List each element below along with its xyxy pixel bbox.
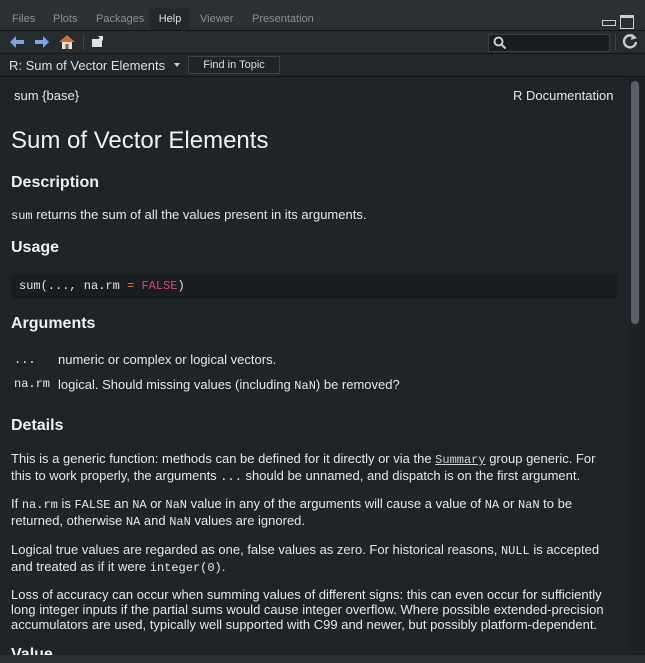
usage-code-end: ) xyxy=(177,279,185,293)
toolbar-separator xyxy=(615,34,616,50)
description-body: returns the sum of all the values presen… xyxy=(32,207,367,222)
tab-plots[interactable]: Plots xyxy=(53,0,77,30)
refresh-icon[interactable] xyxy=(622,32,638,55)
argument-name: na.rm xyxy=(14,377,51,391)
chevron-down-icon[interactable] xyxy=(174,63,180,67)
page-title: Sum of Vector Elements xyxy=(11,127,269,154)
details-paragraph: This is a generic function: methods can … xyxy=(11,451,596,484)
usage-eq: = xyxy=(127,279,135,293)
pane-tab-bar: Files Plots Packages Help Viewer Present… xyxy=(0,0,645,31)
argument-desc: logical. Should missing values (includin… xyxy=(58,377,400,393)
forward-arrow-icon[interactable] xyxy=(33,33,51,51)
pane-bottom-border xyxy=(0,655,645,663)
doc-label: R Documentation xyxy=(513,88,614,103)
tab-files[interactable]: Files xyxy=(12,0,35,30)
tab-viewer[interactable]: Viewer xyxy=(200,0,233,30)
code-sum: sum xyxy=(11,209,33,223)
usage-false-keyword: FALSE xyxy=(141,279,178,293)
topic-history-dropdown[interactable]: R: Sum of Vector Elements xyxy=(9,58,165,73)
scrollbar-thumb[interactable] xyxy=(631,81,639,324)
arguments-heading: Arguments xyxy=(11,315,96,332)
vertical-scrollbar[interactable] xyxy=(629,78,645,655)
details-heading: Details xyxy=(11,417,64,434)
minimize-pane-icon[interactable] xyxy=(602,20,616,26)
usage-code-block: sum(..., na.rm = FALSE) xyxy=(11,273,618,299)
tab-presentation[interactable]: Presentation xyxy=(252,0,314,30)
search-icon xyxy=(493,36,507,55)
usage-code: sum(..., na.rm xyxy=(19,279,128,293)
details-paragraph: If na.rm is FALSE an NA or NaN value in … xyxy=(11,496,573,529)
package-label: sum {base} xyxy=(14,88,80,103)
description-text: sum returns the sum of all the values pr… xyxy=(11,207,366,224)
tab-help[interactable]: Help xyxy=(150,8,190,30)
value-heading: Value xyxy=(11,646,53,655)
usage-heading: Usage xyxy=(11,239,60,256)
details-paragraph: Logical true values are regarded as one,… xyxy=(11,542,600,575)
description-heading: Description xyxy=(11,174,100,191)
maximize-pane-icon[interactable] xyxy=(620,15,634,29)
summary-link[interactable]: Summary xyxy=(435,453,485,467)
details-paragraph: Loss of accuracy can occur when summing … xyxy=(11,587,604,632)
tab-packages[interactable]: Packages xyxy=(96,0,144,30)
argument-name: ... xyxy=(14,353,36,367)
toolbar-separator xyxy=(83,34,84,50)
home-icon[interactable] xyxy=(58,33,76,51)
show-in-new-window-icon[interactable] xyxy=(89,33,105,51)
help-document: sum {base} R Documentation Sum of Vector… xyxy=(0,78,626,655)
find-in-topic-button[interactable]: Find in Topic xyxy=(188,56,280,74)
back-arrow-icon[interactable] xyxy=(8,33,26,51)
argument-desc: numeric or complex or logical vectors. xyxy=(58,352,277,367)
